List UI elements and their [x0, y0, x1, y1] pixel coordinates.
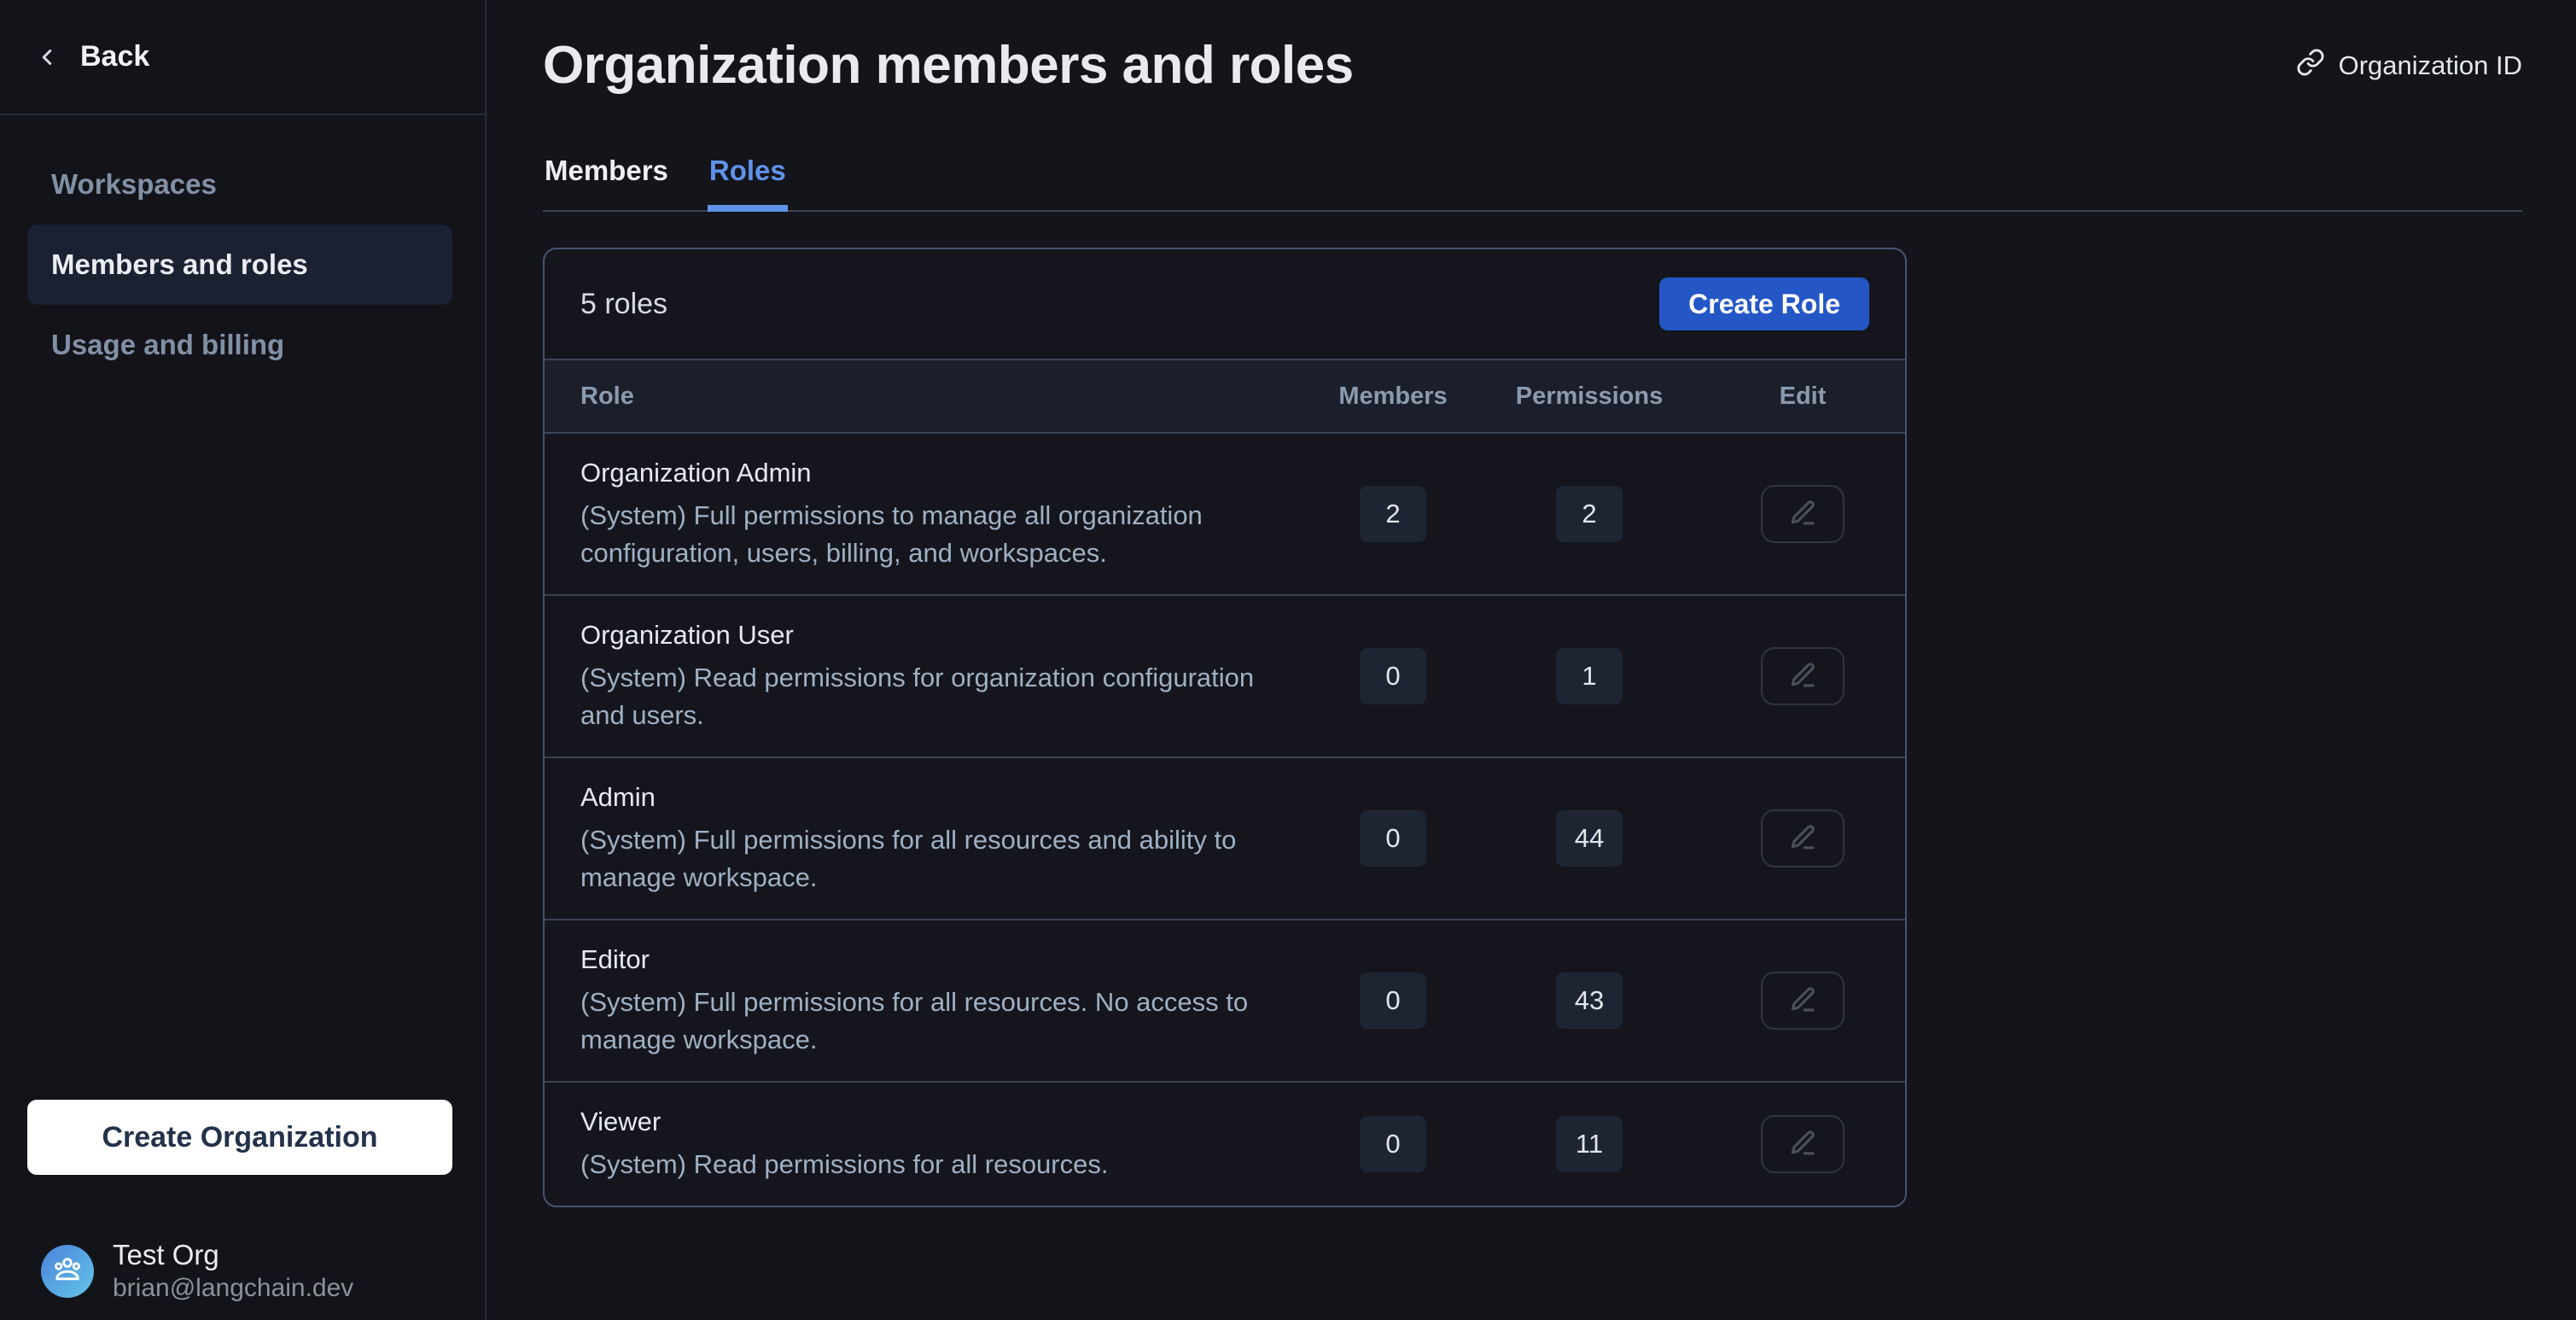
- sidebar-item-workspaces[interactable]: Workspaces: [27, 144, 452, 225]
- account-email: brian@langchain.dev: [113, 1272, 353, 1305]
- permissions-count-badge: 44: [1556, 810, 1623, 867]
- table-row: Editor (System) Full permissions for all…: [545, 920, 1905, 1083]
- pencil-icon: [1786, 1127, 1819, 1162]
- role-name: Admin: [580, 780, 1308, 815]
- table-row: Organization Admin (System) Full permiss…: [545, 434, 1905, 596]
- chevron-left-icon: [34, 44, 60, 70]
- account-name: Test Org: [113, 1238, 353, 1272]
- permissions-count-badge: 1: [1556, 648, 1623, 704]
- pencil-icon: [1786, 659, 1819, 694]
- sidebar-item-label: Workspaces: [51, 168, 217, 201]
- role-description: (System) Read permissions for all resour…: [580, 1146, 1308, 1183]
- role-cell: Organization User (System) Read permissi…: [580, 618, 1308, 734]
- role-description: (System) Full permissions to manage all …: [580, 497, 1308, 572]
- permissions-count-badge: 11: [1556, 1116, 1623, 1172]
- organization-settings-page: Back Workspaces Members and roles Usage …: [0, 0, 2576, 1320]
- roles-count: 5 roles: [580, 288, 667, 321]
- sidebar-item-members-and-roles[interactable]: Members and roles: [27, 225, 452, 305]
- members-count-badge: 0: [1360, 648, 1426, 704]
- main-content: Organization members and roles Organizat…: [487, 0, 2576, 1320]
- page-title: Organization members and roles: [543, 34, 1354, 97]
- sidebar-item-usage-and-billing[interactable]: Usage and billing: [27, 305, 452, 385]
- role-cell: Viewer (System) Read permissions for all…: [580, 1105, 1308, 1183]
- role-description: (System) Full permissions for all resour…: [580, 984, 1308, 1059]
- tab-roles[interactable]: Roles: [708, 154, 788, 210]
- role-name: Organization User: [580, 618, 1308, 652]
- role-description: (System) Read permissions for organizati…: [580, 659, 1308, 734]
- members-count-badge: 2: [1360, 486, 1426, 542]
- edit-role-button[interactable]: [1761, 485, 1845, 543]
- role-description: (System) Full permissions for all resour…: [580, 821, 1308, 897]
- role-name: Editor: [580, 943, 1308, 977]
- organization-id-link[interactable]: Organization ID: [2296, 48, 2522, 84]
- pencil-icon: [1786, 497, 1819, 532]
- edit-role-button[interactable]: [1761, 647, 1845, 705]
- role-cell: Organization Admin (System) Full permiss…: [580, 456, 1308, 572]
- team-icon: [50, 1253, 85, 1291]
- sidebar-nav: Workspaces Members and roles Usage and b…: [0, 115, 485, 385]
- create-role-button[interactable]: Create Role: [1659, 277, 1869, 330]
- members-count-badge: 0: [1360, 972, 1426, 1029]
- account-info: Test Org brian@langchain.dev: [113, 1238, 353, 1305]
- table-row: Viewer (System) Read permissions for all…: [545, 1083, 1905, 1206]
- pencil-icon: [1786, 984, 1819, 1019]
- link-icon: [2296, 48, 2325, 84]
- role-name: Viewer: [580, 1105, 1308, 1139]
- main-header: Organization members and roles Organizat…: [543, 34, 2522, 97]
- role-cell: Editor (System) Full permissions for all…: [580, 943, 1308, 1059]
- edit-role-button[interactable]: [1761, 1115, 1845, 1173]
- tab-members[interactable]: Members: [543, 154, 670, 210]
- sidebar-item-label: Usage and billing: [51, 329, 284, 361]
- column-header-edit: Edit: [1780, 383, 1827, 411]
- permissions-count-badge: 43: [1556, 972, 1623, 1029]
- edit-role-button[interactable]: [1761, 809, 1845, 867]
- roles-panel: 5 roles Create Role Role Members Permiss…: [543, 248, 1907, 1207]
- roles-table-header: Role Members Permissions Edit: [545, 359, 1905, 434]
- column-header-role: Role: [580, 383, 1308, 411]
- permissions-count-badge: 2: [1556, 486, 1623, 542]
- account-section[interactable]: Test Org brian@langchain.dev: [41, 1238, 485, 1305]
- members-count-badge: 0: [1360, 810, 1426, 867]
- table-row: Admin (System) Full permissions for all …: [545, 758, 1905, 920]
- table-row: Organization User (System) Read permissi…: [545, 596, 1905, 758]
- role-name: Organization Admin: [580, 456, 1308, 490]
- column-header-permissions: Permissions: [1516, 383, 1663, 411]
- sidebar-item-label: Members and roles: [51, 248, 308, 281]
- pencil-icon: [1786, 821, 1819, 856]
- sidebar: Back Workspaces Members and roles Usage …: [0, 0, 487, 1320]
- tabs: Members Roles: [543, 154, 2522, 212]
- column-header-members: Members: [1338, 383, 1447, 411]
- role-cell: Admin (System) Full permissions for all …: [580, 780, 1308, 897]
- create-organization-button[interactable]: Create Organization: [27, 1100, 452, 1175]
- edit-role-button[interactable]: [1761, 972, 1845, 1030]
- back-button[interactable]: Back: [0, 0, 485, 115]
- members-count-badge: 0: [1360, 1116, 1426, 1172]
- roles-table-body: Organization Admin (System) Full permiss…: [545, 434, 1905, 1206]
- sidebar-spacer: [0, 385, 485, 1100]
- back-label: Back: [80, 40, 149, 73]
- roles-panel-header: 5 roles Create Role: [545, 249, 1905, 359]
- organization-id-label: Organization ID: [2339, 50, 2522, 81]
- org-avatar: [41, 1245, 94, 1298]
